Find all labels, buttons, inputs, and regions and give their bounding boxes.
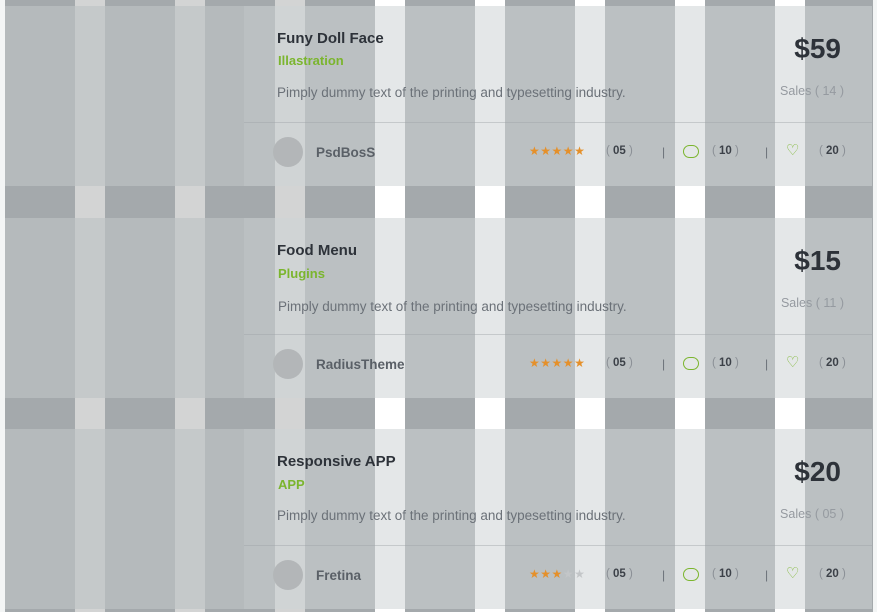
product-description: Pimply dummy text of the printing and ty… bbox=[278, 299, 627, 314]
star-icon: ★ bbox=[551, 567, 563, 581]
product-thumbnail[interactable] bbox=[5, 429, 244, 609]
sales-count: Sales ( 05 ) bbox=[780, 507, 844, 521]
like-count-value: 20 bbox=[826, 568, 839, 580]
author-name[interactable]: Fretina bbox=[316, 568, 361, 583]
product-title[interactable]: Food Menu bbox=[277, 242, 357, 259]
star-icon: ★ bbox=[529, 356, 541, 370]
sales-value: 14 bbox=[822, 84, 837, 98]
comment-count-value: 10 bbox=[719, 145, 732, 157]
product-thumbnail[interactable] bbox=[5, 218, 244, 398]
sales-count: Sales ( 14 ) bbox=[780, 84, 844, 98]
card-divider bbox=[244, 334, 872, 335]
comment-icon[interactable] bbox=[683, 357, 699, 370]
star-icon: ★ bbox=[574, 144, 586, 158]
star-icon: ★ bbox=[529, 567, 541, 581]
separator: | bbox=[765, 568, 769, 582]
separator: | bbox=[662, 568, 666, 582]
product-description: Pimply dummy text of the printing and ty… bbox=[277, 85, 626, 100]
heart-icon[interactable]: ♡ bbox=[786, 353, 799, 371]
product-category[interactable]: Illastration bbox=[278, 53, 344, 68]
separator: | bbox=[662, 357, 666, 371]
product-category[interactable]: APP bbox=[278, 477, 305, 492]
star-icon: ★ bbox=[551, 144, 563, 158]
product-category[interactable]: Plugins bbox=[278, 266, 325, 281]
star-icon: ★ bbox=[529, 144, 541, 158]
star-icon: ★ bbox=[562, 144, 575, 158]
rating-count-value: 05 bbox=[613, 568, 626, 580]
product-title[interactable]: Funy Doll Face bbox=[277, 30, 384, 47]
separator: | bbox=[765, 145, 769, 159]
star-icon: ★ bbox=[562, 356, 575, 370]
sales-value: 05 bbox=[822, 507, 837, 521]
rating-stars: ★★★★★ bbox=[529, 144, 585, 158]
avatar[interactable] bbox=[273, 349, 303, 379]
separator: | bbox=[662, 145, 666, 159]
star-icon: ★ bbox=[562, 567, 575, 581]
comment-icon[interactable] bbox=[683, 145, 699, 158]
separator: | bbox=[765, 357, 769, 371]
comment-count-value: 10 bbox=[719, 357, 732, 369]
product-title[interactable]: Responsive APP bbox=[277, 453, 396, 470]
author-name[interactable]: PsdBosS bbox=[316, 145, 375, 160]
like-count: ( 20 ) bbox=[819, 568, 846, 580]
card-divider bbox=[244, 122, 872, 123]
rating-count-value: 05 bbox=[613, 145, 626, 157]
like-count-value: 20 bbox=[826, 145, 839, 157]
product-price: $59 bbox=[794, 33, 841, 64]
star-icon: ★ bbox=[540, 356, 552, 370]
like-count: ( 20 ) bbox=[819, 145, 846, 157]
star-icon: ★ bbox=[540, 144, 552, 158]
star-icon: ★ bbox=[551, 356, 563, 370]
rating-count-value: 05 bbox=[613, 357, 626, 369]
sales-label: Sales bbox=[780, 296, 813, 310]
sales-count: Sales ( 11 ) bbox=[780, 296, 844, 310]
rating-count: ( 05 ) bbox=[606, 145, 633, 157]
comment-icon[interactable] bbox=[683, 568, 699, 581]
sales-label: Sales bbox=[780, 84, 812, 98]
card-divider bbox=[244, 545, 872, 546]
like-count-value: 20 bbox=[826, 357, 839, 369]
product-price: $20 bbox=[794, 456, 841, 487]
comment-count-value: 10 bbox=[719, 568, 732, 580]
comment-count: ( 10 ) bbox=[712, 145, 739, 157]
product-card[interactable]: Food Menu Plugins Pimply dummy text of t… bbox=[5, 218, 872, 398]
like-count: ( 20 ) bbox=[819, 357, 846, 369]
heart-icon[interactable]: ♡ bbox=[786, 564, 799, 582]
rating-stars: ★★★★★ bbox=[529, 356, 585, 370]
product-card[interactable]: Responsive APP APP Pimply dummy text of … bbox=[5, 429, 872, 609]
rating-count: ( 05 ) bbox=[606, 568, 633, 580]
star-icon: ★ bbox=[574, 356, 586, 370]
comment-count: ( 10 ) bbox=[712, 568, 739, 580]
heart-icon[interactable]: ♡ bbox=[786, 141, 799, 159]
sales-value: 11 bbox=[823, 296, 837, 310]
avatar[interactable] bbox=[273, 560, 303, 590]
rating-count: ( 05 ) bbox=[606, 357, 633, 369]
product-description: Pimply dummy text of the printing and ty… bbox=[277, 508, 626, 523]
star-icon: ★ bbox=[540, 567, 552, 581]
comment-count: ( 10 ) bbox=[712, 357, 739, 369]
product-thumbnail[interactable] bbox=[5, 6, 244, 186]
author-name[interactable]: RadiusTheme bbox=[316, 357, 405, 372]
sales-label: Sales bbox=[780, 507, 812, 521]
rating-stars: ★★★★★ bbox=[529, 567, 585, 581]
product-card[interactable]: Funy Doll Face Illastration Pimply dummy… bbox=[5, 6, 872, 186]
product-price: $15 bbox=[794, 245, 841, 276]
star-icon: ★ bbox=[574, 567, 586, 581]
avatar[interactable] bbox=[273, 137, 303, 167]
